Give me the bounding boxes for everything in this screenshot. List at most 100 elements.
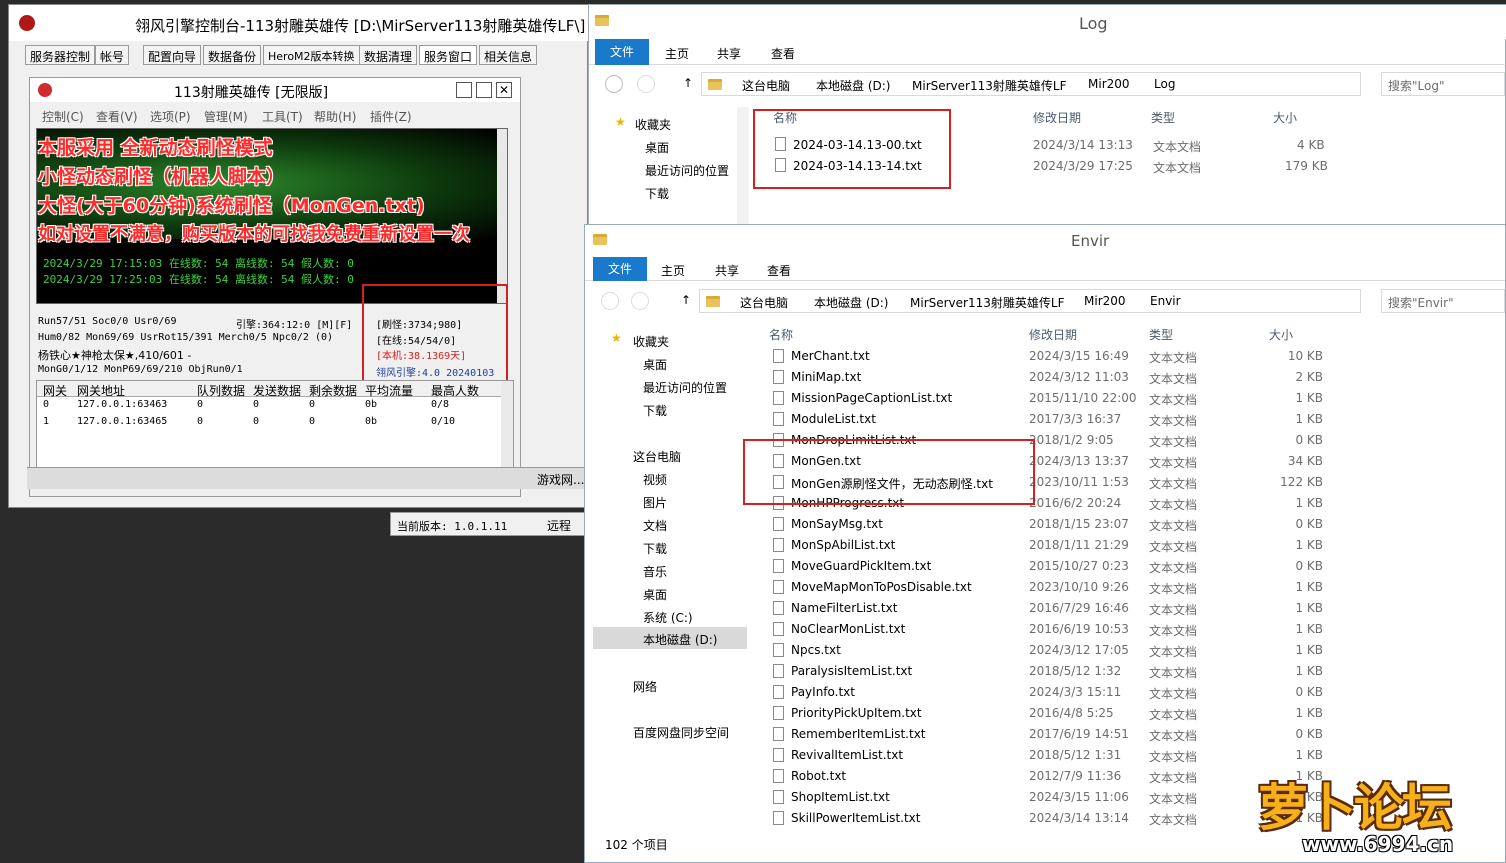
search-input[interactable]: 搜索"Log" <box>1381 72 1505 96</box>
col-date[interactable]: 修改日期 <box>1029 326 1077 343</box>
menu-control[interactable]: 控制(C) <box>42 108 84 125</box>
file-row[interactable]: MonSayMsg.txt 2018/1/15 23:07 文本文档 0 KB <box>773 515 1333 536</box>
file-row[interactable]: Robot.txt 2012/7/9 11:36 文本文档 1 KB <box>773 767 1333 788</box>
breadcrumb-item[interactable]: Mir200 <box>1088 77 1130 91</box>
file-date: 2018/5/12 1:31 <box>1029 748 1122 762</box>
col-type[interactable]: 类型 <box>1151 109 1175 126</box>
nav-baidu-sync[interactable]: 百度网盘同步空间 <box>633 724 729 741</box>
ribbon-view-tab[interactable]: 查看 <box>767 262 791 279</box>
nav-music[interactable]: 音乐 <box>643 563 667 580</box>
file-row[interactable]: PayInfo.txt 2024/3/3 15:11 文本文档 0 KB <box>773 683 1333 704</box>
minimize-button[interactable] <box>456 82 472 98</box>
breadcrumb-item[interactable]: MirServer113射雕英雄传LF <box>910 294 1064 311</box>
col-type[interactable]: 类型 <box>1149 326 1173 343</box>
file-row[interactable]: MiniMap.txt 2024/3/12 11:03 文本文档 2 KB <box>773 368 1333 389</box>
breadcrumb-item[interactable]: 本地磁盘 (D:) <box>816 77 890 94</box>
file-row[interactable]: ParalysisItemList.txt 2018/5/12 1:32 文本文档 1… <box>773 662 1333 683</box>
nav-drive-d-selected[interactable]: 本地磁盘 (D:) <box>593 627 747 649</box>
table-row[interactable]: 1 127.0.0.1:63465 0 0 0 0b 0/10 <box>37 416 501 432</box>
nav-pictures[interactable]: 图片 <box>643 494 667 511</box>
tab-config-wizard[interactable]: 配置向导 <box>143 45 202 65</box>
nav-desktop[interactable]: 桌面 <box>645 139 669 156</box>
nav-downloads[interactable]: 下载 <box>643 402 667 419</box>
close-button[interactable]: ✕ <box>496 82 512 98</box>
ribbon-share-tab[interactable]: 共享 <box>717 45 741 62</box>
col-size[interactable]: 大小 <box>1269 326 1293 343</box>
col-date[interactable]: 修改日期 <box>1033 109 1081 126</box>
tab-backup[interactable]: 数据备份 <box>203 45 262 65</box>
menu-manage[interactable]: 管理(M) <box>204 108 248 125</box>
file-row[interactable]: MissionPageCaptionList.txt 2015/11/10 22:… <box>773 389 1333 410</box>
ribbon-home-tab[interactable]: 主页 <box>661 262 685 279</box>
file-type: 文本文档 <box>1149 666 1198 680</box>
tab-service-window[interactable]: 服务窗口 <box>419 45 478 65</box>
nav-drive-c[interactable]: 系统 (C:) <box>643 609 693 626</box>
log-scrollbar[interactable] <box>497 129 507 303</box>
menu-view[interactable]: 查看(V) <box>96 108 138 125</box>
file-row[interactable]: ModuleList.txt 2017/3/3 16:37 文本文档 1 KB <box>773 410 1333 431</box>
ribbon-file-tab[interactable]: 文件 <box>593 257 647 281</box>
menu-tools[interactable]: 工具(T) <box>262 108 303 125</box>
breadcrumb-item[interactable]: Envir <box>1150 294 1181 308</box>
address-bar[interactable]: 这台电脑 本地磁盘 (D:) MirServer113射雕英雄传LF Mir20… <box>699 289 1361 313</box>
file-row[interactable]: ShopItemList.txt 2024/3/15 11:06 文本文档 1 KB <box>773 788 1333 809</box>
file-row[interactable]: PriorityPickUpItem.txt 2016/4/8 5:25 文本文档 1… <box>773 704 1333 725</box>
nav-network[interactable]: 网络 <box>633 678 657 695</box>
nav-desktop[interactable]: 桌面 <box>643 356 667 373</box>
tab-related-info[interactable]: 相关信息 <box>479 45 538 65</box>
breadcrumb-item[interactable]: MirServer113射雕英雄传LF <box>912 77 1066 94</box>
file-row[interactable]: NameFilterList.txt 2016/7/29 16:46 文本文档 1 K… <box>773 599 1333 620</box>
search-input[interactable]: 搜索"Envir" <box>1381 289 1505 313</box>
taskbar-item[interactable]: 游戏网... <box>537 471 584 488</box>
back-button[interactable] <box>605 75 623 93</box>
menu-help[interactable]: 帮助(H) <box>314 108 356 125</box>
menu-plugins[interactable]: 插件(Z) <box>370 108 412 125</box>
back-button[interactable] <box>601 292 619 310</box>
ribbon-view-tab[interactable]: 查看 <box>771 45 795 62</box>
maximize-button[interactable] <box>476 82 492 98</box>
tab-data-cleanup[interactable]: 数据清理 <box>359 45 418 65</box>
ribbon-share-tab[interactable]: 共享 <box>715 262 739 279</box>
forward-button[interactable] <box>637 75 655 93</box>
nav-favorites[interactable]: 收藏夹 <box>633 333 669 350</box>
nav-desktop-2[interactable]: 桌面 <box>643 586 667 603</box>
up-arrow-icon[interactable]: ↑ <box>683 76 693 90</box>
tab-account[interactable]: 帐号 <box>95 45 130 65</box>
up-arrow-icon[interactable]: ↑ <box>681 293 691 307</box>
file-row[interactable]: NoClearMonList.txt 2016/6/19 10:53 文本文档 1 K… <box>773 620 1333 641</box>
forward-button[interactable] <box>631 292 649 310</box>
nav-this-pc[interactable]: 这台电脑 <box>633 448 681 465</box>
nav-downloads-2[interactable]: 下载 <box>643 540 667 557</box>
file-row[interactable]: MerChant.txt 2024/3/15 16:49 文本文档 10 KB <box>773 347 1333 368</box>
tab-server-control[interactable]: 服务器控制 <box>25 45 96 65</box>
menu-options[interactable]: 选项(P) <box>150 108 191 125</box>
tab-herom2[interactable]: HeroM2版本转换 <box>263 45 360 65</box>
nav-recent[interactable]: 最近访问的位置 <box>645 162 729 179</box>
file-row[interactable]: RevivalItemList.txt 2018/5/12 1:31 文本文档 1 K… <box>773 746 1333 767</box>
col-size[interactable]: 大小 <box>1273 109 1297 126</box>
file-row[interactable]: SkillPowerItemList.txt 2024/3/14 13:14 文本文… <box>773 809 1333 830</box>
breadcrumb-item[interactable]: 这台电脑 <box>742 77 790 94</box>
file-row[interactable]: RememberItemList.txt 2017/6/19 14:51 文本文档 0… <box>773 725 1333 746</box>
breadcrumb-item[interactable]: Mir200 <box>1084 294 1126 308</box>
nav-documents[interactable]: 文档 <box>643 517 667 534</box>
address-bar[interactable]: 这台电脑 本地磁盘 (D:) MirServer113射雕英雄传LF Mir20… <box>701 72 1361 96</box>
breadcrumb-item[interactable]: 这台电脑 <box>740 294 788 311</box>
breadcrumb-item[interactable]: 本地磁盘 (D:) <box>814 294 888 311</box>
col-name[interactable]: 名称 <box>769 326 793 343</box>
grid-scrollbar[interactable] <box>501 381 513 473</box>
file-row[interactable]: MonSpAbilList.txt 2018/1/11 21:29 文本文档 1 KB <box>773 536 1333 557</box>
ribbon-file-tab[interactable]: 文件 <box>595 39 649 65</box>
breadcrumb-item[interactable]: Log <box>1154 77 1175 91</box>
file-row[interactable]: Npcs.txt 2024/3/12 17:05 文本文档 1 KB <box>773 641 1333 662</box>
table-row[interactable]: 0 127.0.0.1:63463 0 0 0 0b 0/8 <box>37 399 501 415</box>
nav-recent[interactable]: 最近访问的位置 <box>643 379 727 396</box>
nav-downloads[interactable]: 下载 <box>645 185 669 202</box>
nav-favorites[interactable]: 收藏夹 <box>635 116 671 133</box>
ribbon-home-tab[interactable]: 主页 <box>665 45 689 62</box>
file-row[interactable]: MoveMapMonToPosDisable.txt 2023/10/10 9:2… <box>773 578 1333 599</box>
nav-scrollbar[interactable] <box>737 107 749 225</box>
nav-videos[interactable]: 视频 <box>643 471 667 488</box>
file-row[interactable]: MoveGuardPickItem.txt 2015/10/27 0:23 文本文档… <box>773 557 1333 578</box>
remote-label[interactable]: 远程 <box>547 517 571 534</box>
